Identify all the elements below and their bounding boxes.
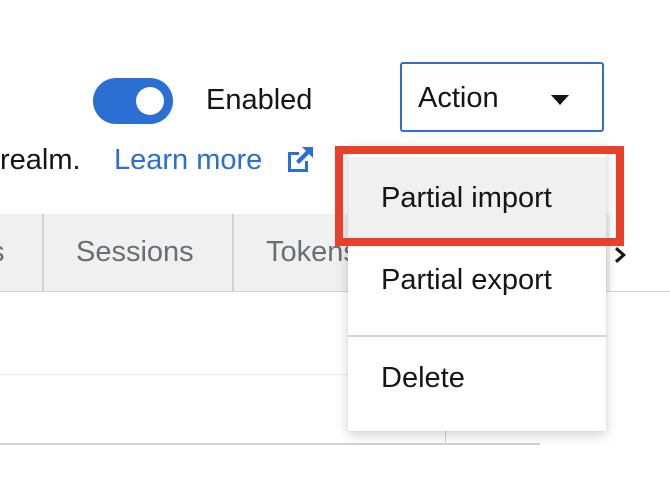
menu-item-partial-export[interactable]: Partial export [348, 239, 606, 321]
chevron-right-icon[interactable] [612, 245, 632, 265]
tab-tokens[interactable]: Tokens [234, 214, 354, 291]
learn-more-link[interactable]: Learn more [114, 142, 262, 178]
enabled-label: Enabled [206, 84, 313, 116]
action-button-label: Action [418, 82, 499, 114]
external-link-icon[interactable] [284, 144, 316, 176]
action-dropdown-button[interactable]: Action [400, 62, 604, 132]
enabled-toggle[interactable] [93, 78, 173, 124]
page: Enabled Action realm. Learn more s Sessi… [0, 0, 670, 494]
table-border [0, 443, 540, 445]
tab-partial[interactable]: s [0, 214, 44, 291]
toggle-knob [136, 87, 164, 115]
menu-item-partial-import[interactable]: Partial import [348, 157, 606, 239]
caret-down-icon [551, 95, 569, 105]
menu-item-delete[interactable]: Delete [348, 337, 606, 419]
realm-description-text: realm. [0, 144, 81, 176]
tab-sessions[interactable]: Sessions [44, 214, 234, 291]
action-dropdown-menu: Partial import Partial export Delete [348, 145, 606, 431]
